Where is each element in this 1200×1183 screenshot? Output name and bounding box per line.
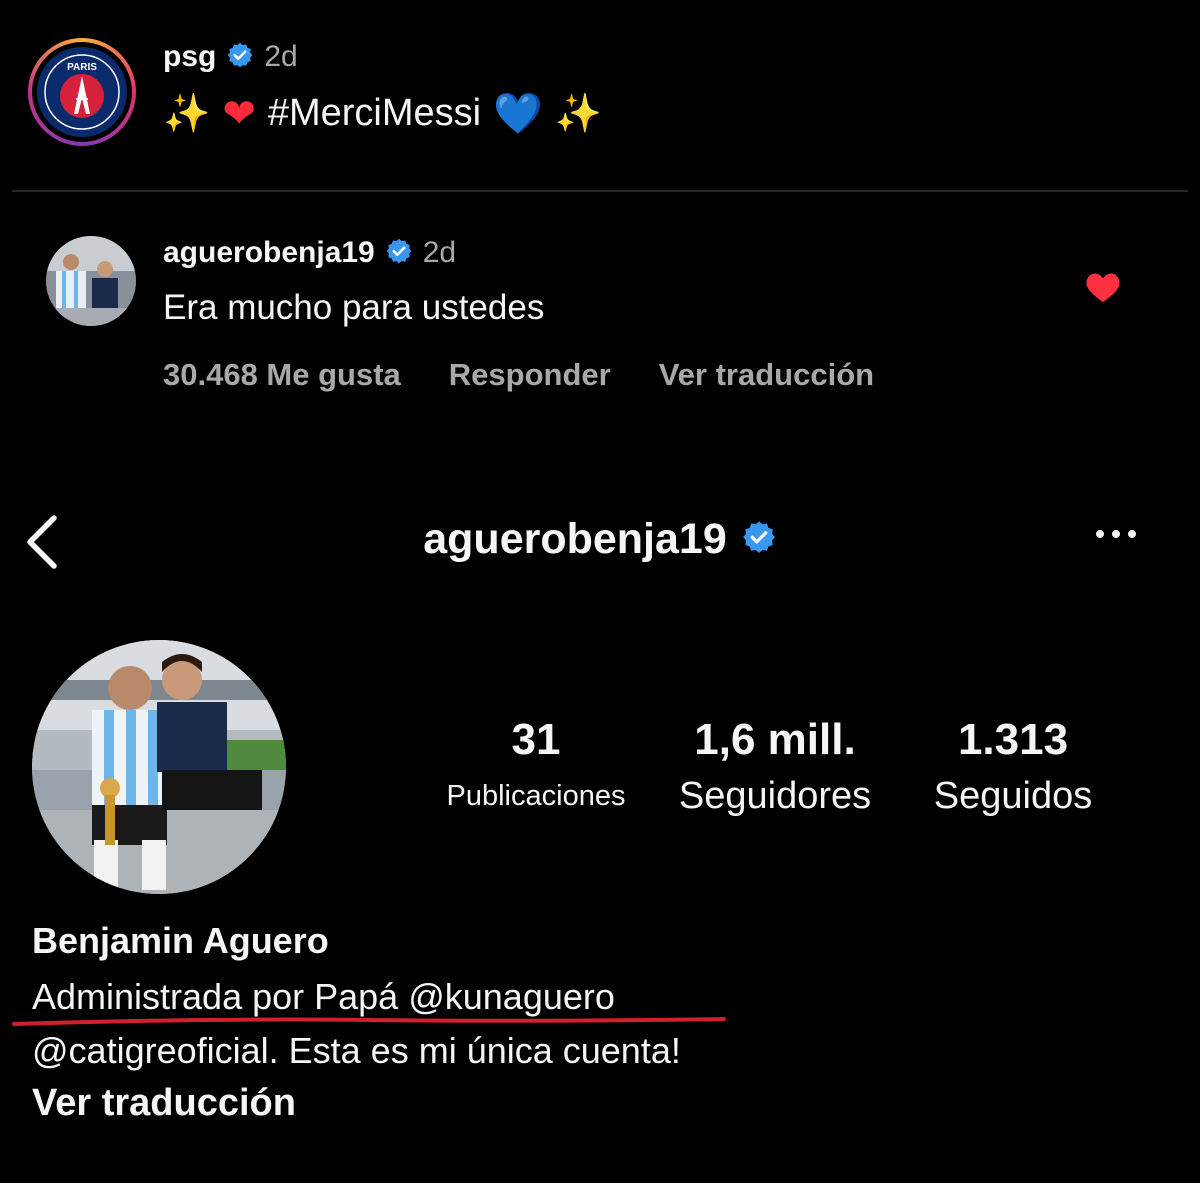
comment-likes[interactable]: 30.468 Me gusta (163, 357, 401, 393)
sparkles-emoji: ✨ (554, 92, 603, 135)
comment-header: aguerobenja19 2d (163, 236, 456, 270)
stat-posts[interactable]: 31 Publicaciones (428, 718, 644, 816)
comment-username[interactable]: aguerobenja19 (163, 236, 375, 270)
profile-username: aguerobenja19 (423, 515, 727, 563)
post-time: 2d (264, 40, 298, 73)
verified-badge-icon (226, 41, 254, 74)
profile-avatar[interactable] (32, 640, 286, 894)
reply-button[interactable]: Responder (449, 357, 611, 393)
translate-button[interactable]: Ver traducción (659, 357, 874, 393)
verified-badge-icon (385, 237, 413, 270)
heart-icon[interactable] (1085, 270, 1121, 309)
psg-avatar[interactable]: PARIS (28, 38, 136, 146)
psg-logo-text: PARIS (67, 62, 97, 73)
stat-following-value: 1.313 (957, 715, 1069, 764)
caption-hashtag[interactable]: #MerciMessi (268, 92, 481, 135)
stat-posts-label: Publicaciones (446, 780, 626, 812)
stat-followers-value: 1,6 mill. (694, 715, 856, 764)
profile-full-name: Benjamin Aguero (32, 920, 329, 961)
blue-heart-emoji: 💙 (493, 92, 543, 136)
post-caption: ✨ ❤ #MerciMessi 💙 ✨ (163, 90, 602, 137)
post-header: psg 2d (163, 40, 298, 74)
verified-badge-icon (741, 519, 777, 560)
more-options-icon[interactable] (1096, 530, 1136, 538)
red-heart-emoji: ❤ (222, 91, 256, 136)
stat-followers-label: Seguidores (678, 775, 872, 817)
profile-title-bar: aguerobenja19 (0, 515, 1200, 564)
comment-text: Era mucho para ustedes (163, 288, 545, 327)
psg-logo-icon: PARIS (37, 47, 127, 137)
stat-followers[interactable]: 1,6 mill. Seguidores (664, 715, 886, 817)
stat-following[interactable]: 1.313 Seguidos (918, 715, 1108, 817)
comment-avatar[interactable] (46, 236, 136, 326)
sparkles-emoji: ✨ (163, 92, 211, 135)
comment-actions: 30.468 Me gusta Responder Ver traducción (163, 357, 874, 393)
divider (12, 190, 1188, 192)
bio-translate-button[interactable]: Ver traducción (32, 1082, 296, 1125)
post-username[interactable]: psg (163, 40, 216, 74)
avatar-photo (46, 236, 136, 326)
comment-time: 2d (422, 236, 457, 269)
profile-photo (32, 640, 286, 894)
stat-following-label: Seguidos (933, 775, 1093, 817)
stat-posts-value: 31 (511, 715, 561, 764)
bio-line-2: @catigreoficial. Esta es mi única cuenta… (32, 1030, 681, 1071)
